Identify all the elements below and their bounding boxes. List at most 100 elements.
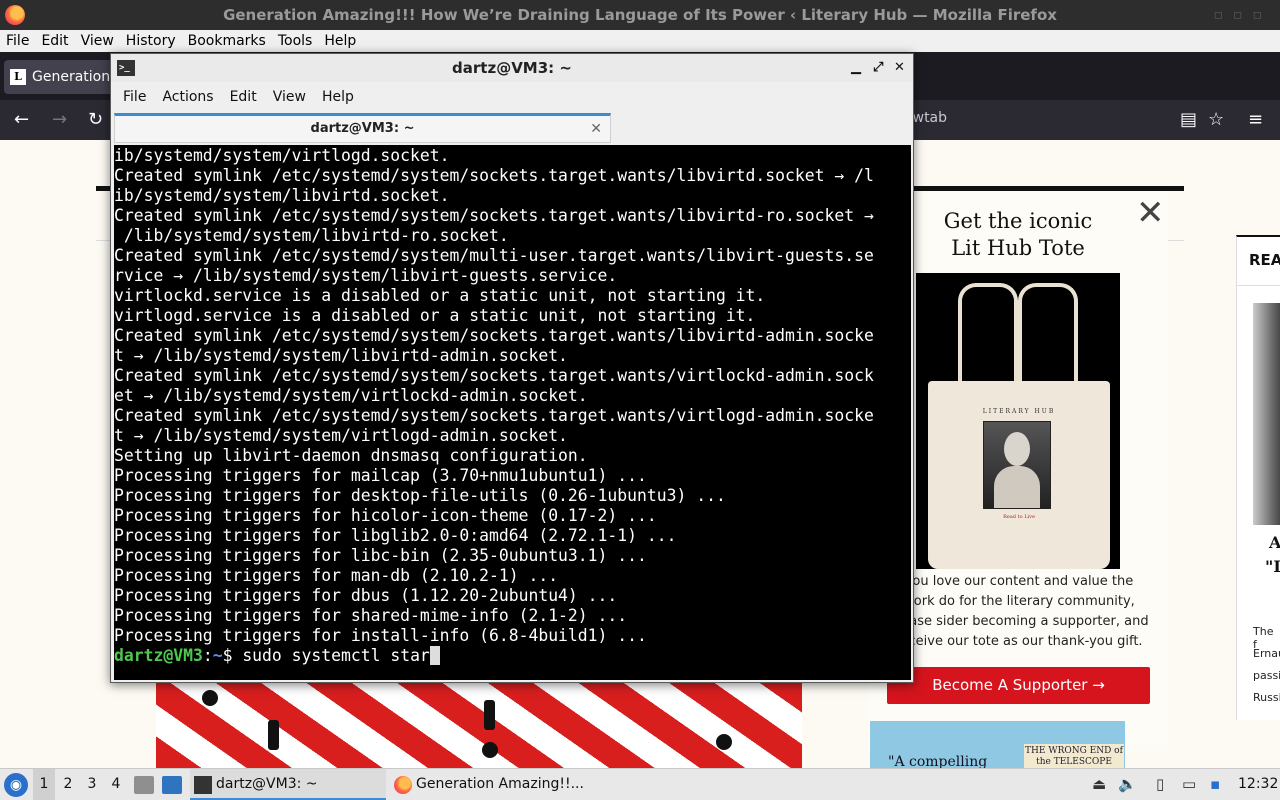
terminal-line: t → /lib/systemd/system/libvirtd-admin.s… <box>114 346 568 365</box>
warning-sign-dot <box>716 734 732 750</box>
workspace-3[interactable]: 3 <box>81 769 103 800</box>
warning-sign-bar <box>484 700 495 730</box>
taskbar-firefox-task[interactable]: Generation Amazing!!... <box>390 769 610 800</box>
sidecard-title-line2[interactable]: "I <box>1265 557 1280 576</box>
workspace-2[interactable]: 2 <box>57 769 79 800</box>
terminal-line: Processing triggers for man-db (2.10.2-1… <box>114 566 559 585</box>
terminal-line: Created symlink /etc/systemd/system/sock… <box>114 166 874 185</box>
modal-close-icon[interactable]: ✕ <box>1136 196 1165 230</box>
clipboard-icon[interactable]: ▯ <box>1156 775 1164 793</box>
tray-upload-icon[interactable]: ⏏ <box>1092 775 1106 793</box>
maximize-icon[interactable]: ⤢ <box>873 54 883 82</box>
terminal-line: Processing triggers for desktop-file-uti… <box>114 486 726 505</box>
terminal-line: Created symlink /etc/systemd/system/mult… <box>114 246 874 265</box>
terminal-titlebar[interactable]: >_ dartz@VM3: ~ ▁ ⤢ ✕ <box>111 54 913 82</box>
terminal-app-icon: >_ <box>117 60 135 76</box>
tab-close-icon[interactable]: ✕ <box>590 116 602 142</box>
tote-caption: Read to Live <box>1003 514 1035 520</box>
ff-menu-history[interactable]: History <box>120 33 182 49</box>
firefox-titlebar[interactable]: Generation Amazing!!! How We’re Draining… <box>0 0 1280 30</box>
close-icon[interactable]: ✕ <box>894 54 905 82</box>
terminal-prompt-line[interactable]: dartz@VM3:~$ sudo systemctl star <box>114 646 911 666</box>
terminal-line: Processing triggers for dbus (1.12.20-2u… <box>114 586 618 605</box>
notification-icon[interactable]: ▪ <box>1210 775 1220 793</box>
reading-sidecard: REA A "I The f Ernau passi Russi <box>1236 235 1280 720</box>
warning-sign-dot <box>202 690 218 706</box>
tote-brand-text: LITERARY HUB <box>982 408 1056 415</box>
typed-command: sudo systemctl star <box>242 646 430 665</box>
back-arrow-icon[interactable]: ← <box>14 109 29 131</box>
term-menu-file[interactable]: File <box>115 89 154 105</box>
term-menu-help[interactable]: Help <box>314 89 362 105</box>
term-menu-actions[interactable]: Actions <box>154 89 221 105</box>
network-icon[interactable]: ▭ <box>1182 775 1196 793</box>
firefox-window-title: Generation Amazing!!! How We’re Draining… <box>223 6 1057 24</box>
terminal-task-icon <box>194 776 212 794</box>
term-menu-edit[interactable]: Edit <box>222 89 265 105</box>
terminal-line: Processing triggers for install-info (6.… <box>114 626 647 645</box>
terminal-line: et → /lib/systemd/system/virtlockd-admin… <box>114 386 588 405</box>
terminal-line: ib/systemd/system/libvirtd.socket. <box>114 186 450 205</box>
start-menu-icon[interactable]: ◉ <box>4 773 28 797</box>
text-cursor <box>429 646 440 665</box>
terminal-line: ib/systemd/system/virtlogd.socket. <box>114 146 450 165</box>
terminal-line: Setting up libvirt-daemon dnsmasq config… <box>114 446 588 465</box>
terminal-line: virtlockd.service is a disabled or a sta… <box>114 286 766 305</box>
terminal-line: Processing triggers for hicolor-icon-the… <box>114 506 657 525</box>
terminal-line: Processing triggers for libc-bin (2.35-0… <box>114 546 647 565</box>
sidecard-text-line: Russi <box>1253 691 1280 704</box>
warning-sign-dot <box>482 742 498 758</box>
terminal-menubar: File Actions Edit View Help <box>111 82 913 112</box>
volume-icon[interactable]: 🔈 <box>1118 775 1137 793</box>
forward-arrow-icon[interactable]: → <box>52 109 67 131</box>
book-ad-title: THE WRONG END of the TELESCOPE <box>1024 744 1124 768</box>
terminal-output[interactable]: ib/systemd/system/virtlogd.socket. Create… <box>114 145 911 680</box>
sidecard-text-line: Ernau <box>1253 647 1280 660</box>
clock[interactable]: 12:32 <box>1238 769 1278 800</box>
terminal-line: rvice → /lib/systemd/system/libvirt-gues… <box>114 266 618 285</box>
hamburger-menu-icon[interactable]: ≡ <box>1248 109 1263 130</box>
show-desktop-icon[interactable] <box>162 776 182 794</box>
terminal-line: t → /lib/systemd/system/virtlogd-admin.s… <box>114 426 568 445</box>
tote-handle-right <box>1018 283 1078 393</box>
firefox-menubar: File Edit View History Bookmarks Tools H… <box>0 30 1280 52</box>
warning-signs-image <box>156 680 802 768</box>
ff-menu-view[interactable]: View <box>75 33 120 49</box>
modal-title-line2: Lit Hub Tote <box>951 236 1085 260</box>
terminal-line: Processing triggers for libglib2.0-0:amd… <box>114 526 677 545</box>
terminal-tab[interactable]: dartz@VM3: ~ ✕ <box>114 113 611 143</box>
sidecard-heading: REA <box>1249 251 1280 269</box>
warning-sign-bar <box>268 720 279 750</box>
terminal-line: Processing triggers for mailcap (3.70+nm… <box>114 466 647 485</box>
ff-menu-help[interactable]: Help <box>318 33 362 49</box>
terminal-line: Created symlink /etc/systemd/system/sock… <box>114 366 874 385</box>
bookmark-star-icon[interactable]: ☆ <box>1208 109 1224 130</box>
minimize-icon[interactable]: ▁ <box>851 54 861 82</box>
terminal-line: /lib/systemd/system/libvirtd-ro.socket. <box>114 226 509 245</box>
sidecard-text-line: passi <box>1253 669 1280 682</box>
lithub-favicon-icon: L <box>10 69 26 85</box>
ff-menu-tools[interactable]: Tools <box>272 33 319 49</box>
firefox-window-controls[interactable]: ▫▫▫ <box>1214 0 1272 30</box>
sidecard-title-line1[interactable]: A <box>1269 533 1280 552</box>
taskbar-terminal-task[interactable]: dartz@VM3: ~ <box>190 769 386 800</box>
terminal-line: virtlogd.service is a disabled or a stat… <box>114 306 756 325</box>
file-manager-icon[interactable] <box>134 776 154 794</box>
sidecard-divider <box>1237 285 1280 286</box>
ff-menu-edit[interactable]: Edit <box>35 33 74 49</box>
tote-photo-body <box>994 466 1040 508</box>
sidecard-portrait-image[interactable] <box>1253 303 1280 525</box>
prompt-user: dartz@VM3 <box>114 646 203 665</box>
workspace-1[interactable]: 1 <box>33 769 55 800</box>
terminal-window: >_ dartz@VM3: ~ ▁ ⤢ ✕ File Actions Edit … <box>110 53 914 683</box>
term-menu-view[interactable]: View <box>265 89 314 105</box>
reload-icon[interactable]: ↻ <box>88 109 103 131</box>
become-supporter-button[interactable]: Become A Supporter → <box>887 667 1150 704</box>
workspace-4[interactable]: 4 <box>105 769 127 800</box>
modal-title-line1: Get the iconic <box>943 209 1093 233</box>
reader-view-icon[interactable]: ▤ <box>1180 109 1197 130</box>
firefox-logo-icon <box>5 5 25 25</box>
terminal-window-title: dartz@VM3: ~ <box>452 59 572 77</box>
ff-menu-file[interactable]: File <box>0 33 35 49</box>
ff-menu-bookmarks[interactable]: Bookmarks <box>182 33 272 49</box>
